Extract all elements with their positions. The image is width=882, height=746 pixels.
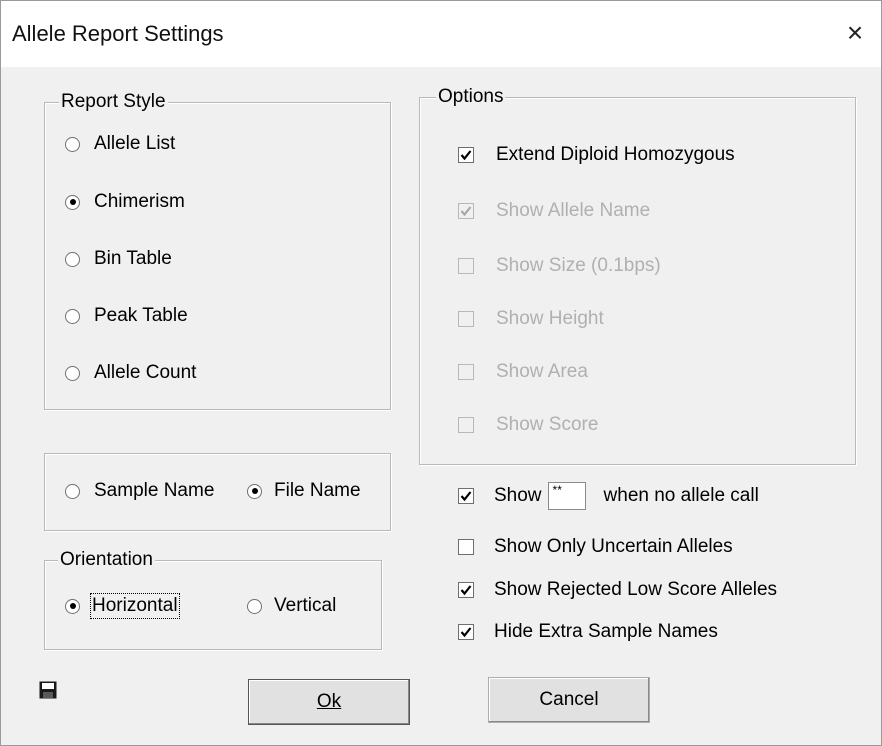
checkbox-label: Show Height — [496, 308, 604, 329]
radio-chimerism[interactable]: Chimerism — [65, 191, 185, 213]
checkbox[interactable] — [458, 582, 474, 598]
checkbox-label: Show Score — [496, 414, 599, 435]
checkbox-disabled — [458, 364, 474, 380]
checkbox[interactable] — [458, 488, 474, 504]
checkbox-extend-diploid-homozygous[interactable]: Extend Diploid Homozygous — [458, 144, 735, 166]
checkbox-label: Show Only Uncertain Alleles — [494, 536, 733, 557]
checkmark-icon — [460, 627, 472, 638]
checkmark-icon — [460, 585, 472, 596]
allele-report-settings-dialog: Allele Report Settings × Report Style Al… — [0, 0, 882, 746]
checkbox-show-height: Show Height — [458, 308, 604, 330]
checkbox-show-area: Show Area — [458, 361, 588, 383]
checkbox[interactable] — [458, 624, 474, 640]
checkbox-disabled — [458, 311, 474, 327]
radio-label: Peak Table — [94, 305, 188, 326]
report-style-legend: Report Style — [59, 91, 168, 113]
radio-button-selected[interactable] — [65, 194, 80, 210]
checkbox-show-only-uncertain-alleles[interactable]: Show Only Uncertain Alleles — [458, 536, 733, 558]
radio-label: Allele Count — [94, 362, 197, 383]
options-legend: Options — [436, 86, 506, 108]
radio-label: Sample Name — [94, 480, 215, 501]
checkbox-hide-extra-sample-names[interactable]: Hide Extra Sample Names — [458, 621, 718, 643]
radio-button[interactable] — [65, 483, 80, 499]
checkbox-label: Show Size (0.1bps) — [496, 255, 661, 276]
radio-button[interactable] — [65, 308, 80, 324]
checkbox-label: Show Allele Name — [496, 200, 651, 221]
radio-button-selected[interactable] — [247, 483, 262, 499]
window-title: Allele Report Settings — [12, 21, 224, 46]
radio-allele-count[interactable]: Allele Count — [65, 362, 196, 384]
radio-horizontal[interactable]: Horizontal — [65, 593, 180, 619]
cancel-button-label: Cancel — [539, 689, 599, 710]
radio-button-selected[interactable] — [65, 598, 80, 614]
radio-sample-name[interactable]: Sample Name — [65, 480, 214, 502]
radio-label: Vertical — [274, 595, 337, 616]
no-call-text-input[interactable]: ** — [547, 482, 586, 510]
checkbox-show-allele-name: Show Allele Name — [458, 200, 650, 222]
radio-button[interactable] — [247, 598, 262, 614]
checkbox[interactable] — [458, 539, 474, 555]
radio-label: Chimerism — [94, 191, 185, 212]
cancel-button[interactable]: Cancel — [488, 677, 650, 723]
radio-label: Allele List — [94, 133, 176, 154]
checkbox-show-score: Show Score — [458, 414, 598, 436]
orientation-legend: Orientation — [58, 549, 155, 571]
radio-button[interactable] — [65, 251, 80, 267]
checkbox-disabled — [458, 258, 474, 274]
radio-label: Bin Table — [94, 248, 172, 269]
checkbox-show-rejected-low-score-alleles[interactable]: Show Rejected Low Score Alleles — [458, 579, 777, 601]
radio-allele-list[interactable]: Allele List — [65, 133, 175, 155]
checkbox-show-size: Show Size (0.1bps) — [458, 255, 661, 277]
radio-label: Horizontal — [90, 593, 180, 619]
close-icon[interactable]: × — [835, 13, 875, 53]
checkbox-show-no-call[interactable]: Show ** when no allele call — [458, 482, 759, 510]
checkbox-label: Show Rejected Low Score Alleles — [494, 579, 778, 600]
show-prefix-label: Show — [494, 485, 542, 506]
checkmark-icon — [460, 491, 472, 502]
save-icon[interactable] — [39, 681, 57, 699]
radio-label: File Name — [274, 480, 361, 501]
ok-button[interactable]: Ok — [248, 679, 410, 725]
checkmark-icon — [460, 150, 472, 161]
radio-bin-table[interactable]: Bin Table — [65, 248, 172, 270]
radio-file-name[interactable]: File Name — [247, 480, 361, 502]
radio-peak-table[interactable]: Peak Table — [65, 305, 188, 327]
checkbox[interactable] — [458, 147, 474, 163]
checkmark-icon — [460, 206, 472, 217]
checkbox-label: Extend Diploid Homozygous — [496, 144, 735, 165]
checkbox-label: Show Area — [496, 361, 588, 382]
radio-button[interactable] — [65, 136, 80, 152]
title-bar: Allele Report Settings × — [1, 1, 881, 67]
radio-button[interactable] — [65, 365, 80, 381]
checkbox-disabled — [458, 417, 474, 433]
checkbox-label: Hide Extra Sample Names — [494, 621, 718, 642]
checkbox-disabled — [458, 203, 474, 219]
show-suffix-label: when no allele call — [603, 485, 759, 506]
radio-vertical[interactable]: Vertical — [247, 595, 336, 617]
ok-button-label: Ok — [316, 691, 342, 712]
